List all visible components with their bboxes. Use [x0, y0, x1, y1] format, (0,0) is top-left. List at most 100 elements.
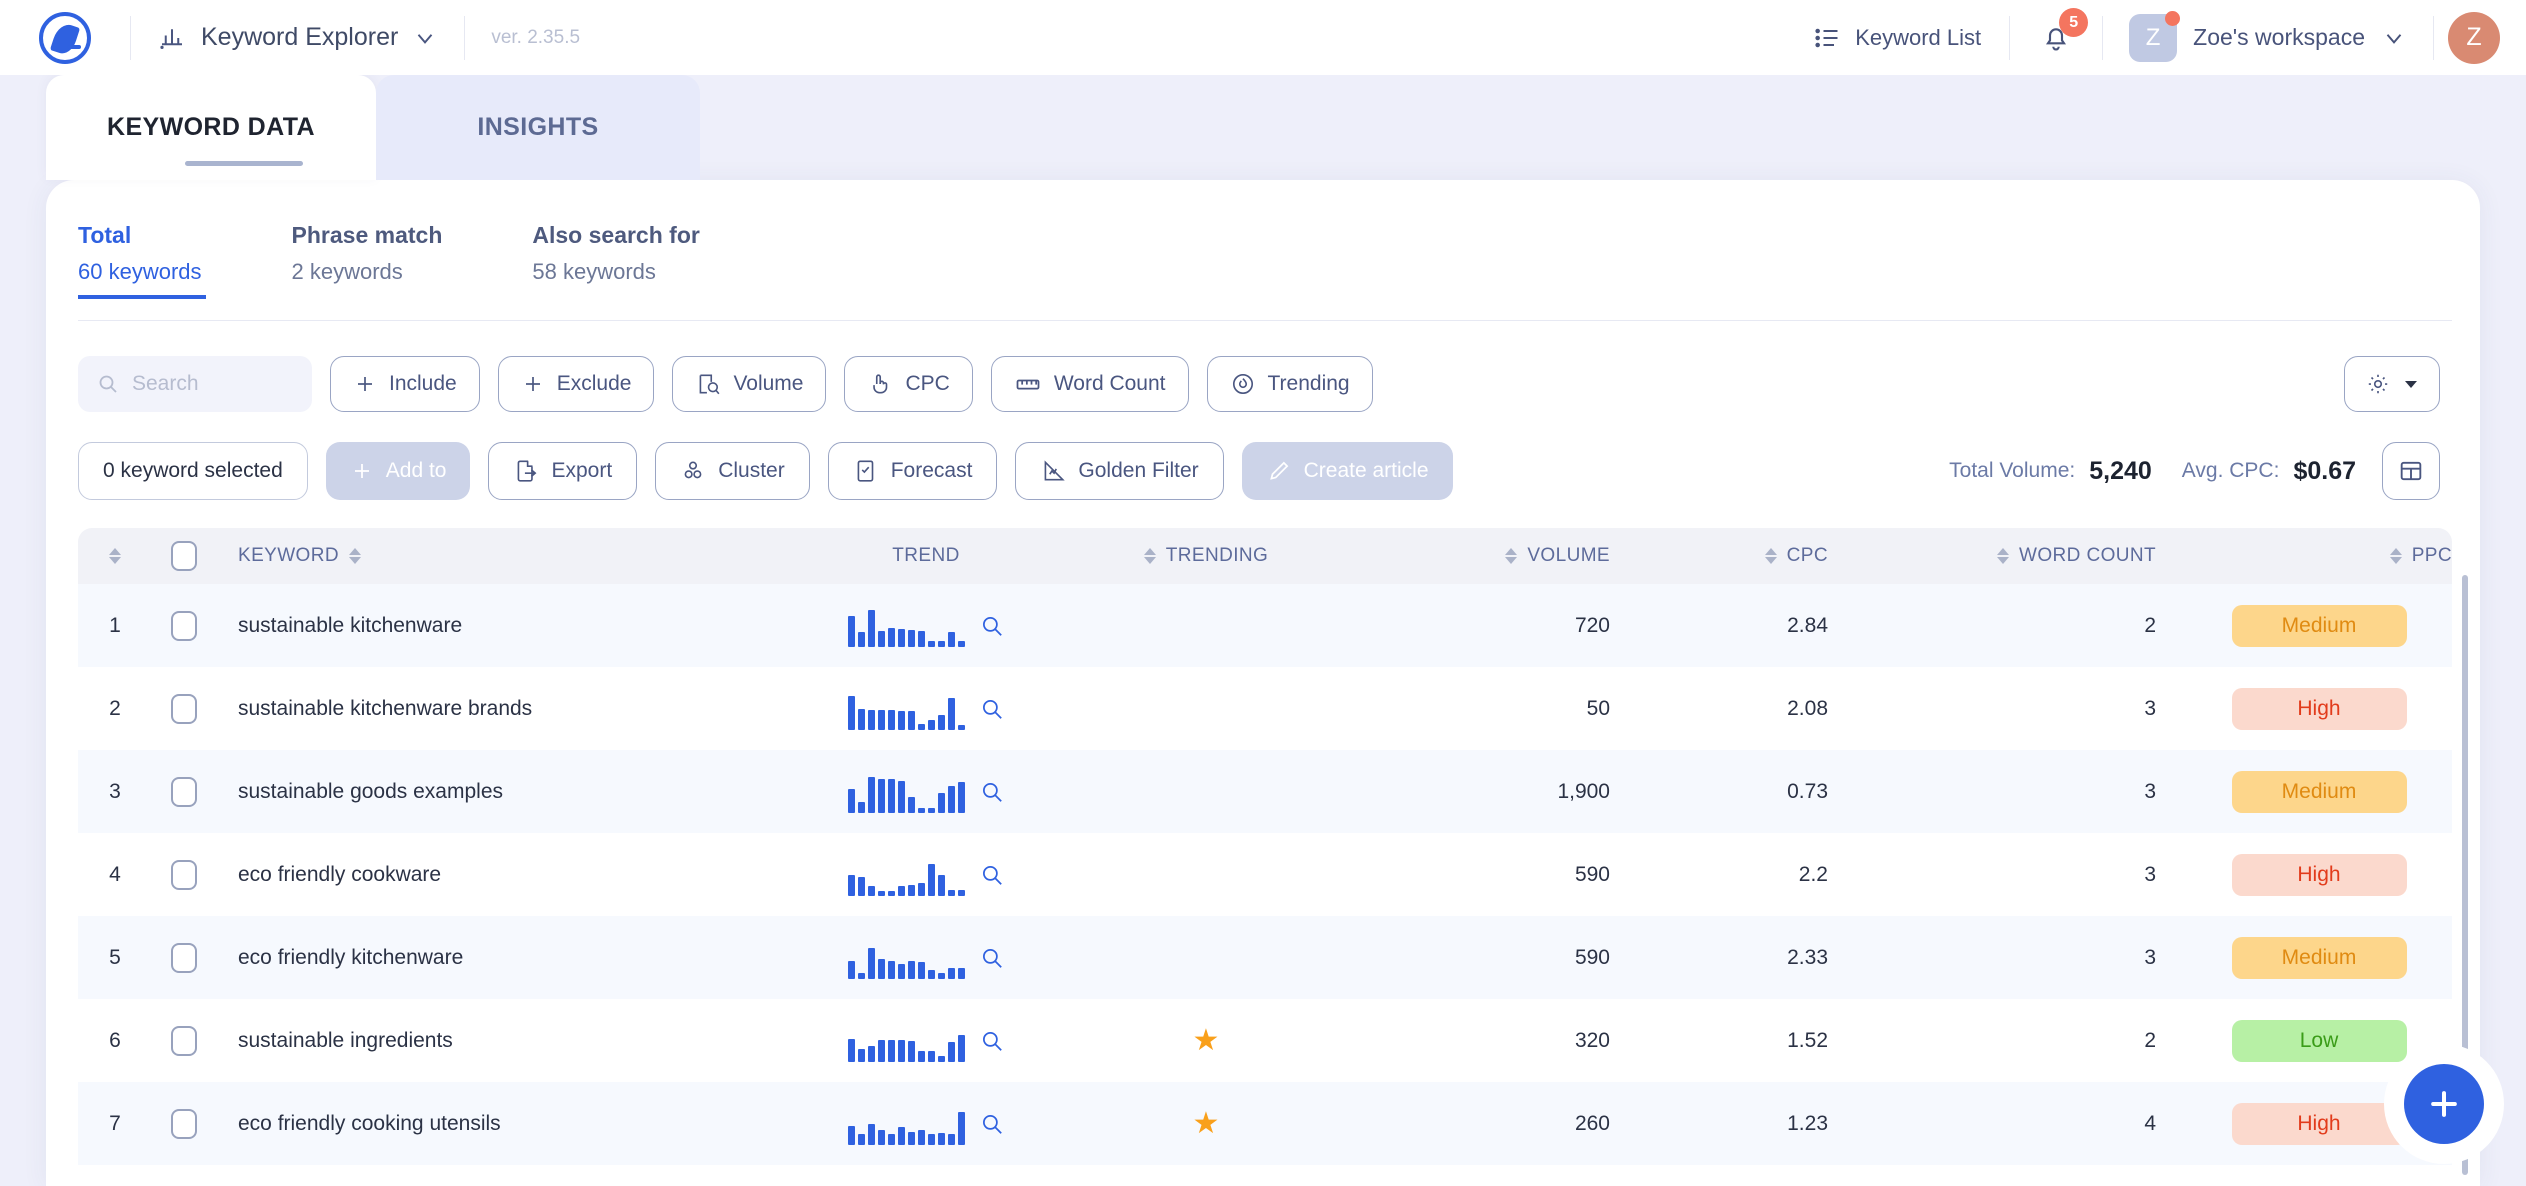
row-checkbox-cell[interactable]	[152, 859, 216, 890]
selected-count-button[interactable]: 0 keyword selected	[78, 442, 308, 500]
table-row[interactable]: 7 eco friendly cooking utensils ★ 260 1.23 4 H…	[78, 1082, 2452, 1165]
row-checkbox[interactable]	[171, 776, 197, 807]
notification-badge: 5	[2059, 8, 2089, 37]
sort-icon[interactable]	[348, 548, 361, 564]
row-checkbox[interactable]	[171, 859, 197, 890]
golden-filter-button[interactable]: Golden Filter	[1015, 442, 1224, 500]
sub-tab-phrase-match[interactable]: Phrase match 2 keywords	[292, 222, 443, 285]
filter-word-count-button[interactable]: Word Count	[990, 356, 1189, 412]
keyword-list-button[interactable]: Keyword List	[1785, 0, 2009, 75]
cpc-hand-icon	[867, 371, 893, 397]
row-word-count: 3	[2144, 945, 2156, 969]
tab-keyword-data[interactable]: KEYWORD DATA	[46, 75, 376, 180]
sort-icon[interactable]	[1764, 548, 1777, 564]
row-cpc: 1.23	[1787, 1111, 1828, 1135]
search-input[interactable]: Search	[78, 356, 312, 412]
row-keyword: sustainable goods examples	[238, 779, 504, 803]
header-volume[interactable]: VOLUME	[1336, 545, 1636, 567]
header-keyword[interactable]: KEYWORD	[216, 545, 776, 567]
sort-icon[interactable]	[1505, 548, 1518, 564]
table-row[interactable]: 5 eco friendly kitchenware 590 2.33 3 Medium	[78, 916, 2452, 999]
row-checkbox[interactable]	[171, 942, 197, 973]
row-checkbox-cell[interactable]	[152, 1108, 216, 1139]
settings-button[interactable]	[2344, 356, 2440, 412]
table-layout-button[interactable]	[2382, 442, 2440, 500]
header-ppc[interactable]: PPC	[2186, 545, 2452, 567]
sub-tab-also-search-for-title: Also search for	[532, 222, 700, 248]
table-row[interactable]: 6 sustainable ingredients ★ 320 1.52 2 Low	[78, 999, 2452, 1082]
sub-tab-divider	[78, 320, 2452, 321]
app-logo[interactable]	[0, 11, 130, 64]
row-checkbox-cell[interactable]	[152, 693, 216, 724]
filter-include-button[interactable]: Include	[330, 356, 480, 412]
header-index-sorter[interactable]	[78, 548, 152, 564]
notifications-button[interactable]: 5	[2010, 0, 2102, 75]
workspace-status-dot	[2165, 10, 2181, 26]
pencil-icon	[1266, 458, 1292, 484]
volume-filter-icon	[695, 371, 721, 397]
header-select-all[interactable]	[152, 541, 216, 571]
row-checkbox[interactable]	[171, 1108, 197, 1139]
select-all-checkbox[interactable]	[171, 541, 197, 571]
table-row[interactable]: 3 sustainable goods examples 1,900 0.73 3 Med…	[78, 750, 2452, 833]
export-button[interactable]: Export	[488, 442, 638, 500]
forecast-label: Forecast	[890, 459, 973, 482]
table-row[interactable]: 4 eco friendly cookware 590 2.2 3 High	[78, 833, 2452, 916]
row-checkbox[interactable]	[171, 610, 197, 641]
row-keyword: sustainable ingredients	[238, 1028, 453, 1052]
row-checkbox-cell[interactable]	[152, 1025, 216, 1056]
search-icon[interactable]	[979, 696, 1005, 722]
row-word-count: 3	[2144, 862, 2156, 886]
filter-volume-button[interactable]: Volume	[672, 356, 827, 412]
plus-icon	[353, 372, 377, 396]
row-checkbox-cell[interactable]	[152, 776, 216, 807]
add-to-button[interactable]: Add to	[325, 442, 471, 500]
filter-exclude-button[interactable]: Exclude	[497, 356, 655, 412]
cluster-button[interactable]: Cluster	[655, 442, 810, 500]
table-row[interactable]: 1 sustainable kitchenware 720 2.84 2 Medium	[78, 584, 2452, 667]
filter-cpc-button[interactable]: CPC	[844, 356, 973, 412]
table-row[interactable]: 2 sustainable kitchenware brands 50 2.08 3 Hi…	[78, 667, 2452, 750]
sort-icon[interactable]	[109, 548, 121, 564]
search-icon[interactable]	[979, 779, 1005, 805]
avg-cpc-label: Avg. CPC:	[2181, 459, 2280, 482]
search-icon[interactable]	[979, 1111, 1005, 1137]
sort-icon[interactable]	[2389, 548, 2402, 564]
avatar-initial: Z	[2466, 23, 2482, 51]
row-checkbox-cell[interactable]	[152, 942, 216, 973]
search-icon[interactable]	[979, 862, 1005, 888]
row-cpc: 2.2	[1798, 862, 1828, 886]
header-word-count-label: WORD COUNT	[2019, 545, 2156, 566]
search-icon[interactable]	[979, 945, 1005, 971]
search-icon[interactable]	[979, 1028, 1005, 1054]
row-checkbox[interactable]	[171, 1025, 197, 1056]
export-icon	[513, 458, 539, 484]
app-switcher[interactable]: Keyword Explorer	[131, 0, 464, 75]
row-trend-cell	[776, 1103, 1076, 1145]
plus-icon	[2424, 1084, 2464, 1124]
forecast-button[interactable]: Forecast	[827, 442, 998, 500]
user-avatar[interactable]: Z	[2448, 11, 2500, 64]
create-article-button[interactable]: Create article	[1241, 442, 1453, 500]
sort-icon[interactable]	[1143, 548, 1156, 564]
tab-insights-label: INSIGHTS	[477, 113, 599, 141]
tab-insights[interactable]: INSIGHTS	[376, 75, 700, 180]
header-cpc[interactable]: CPC	[1636, 545, 1856, 567]
workspace-switcher[interactable]: Z Zoe's workspace	[2103, 0, 2433, 75]
sort-icon[interactable]	[1997, 548, 2010, 564]
main-card: Total 60 keywords Phrase match 2 keyword…	[46, 180, 2480, 1186]
add-keyword-fab[interactable]	[2404, 1064, 2484, 1144]
sub-tab-also-search-for[interactable]: Also search for 58 keywords	[532, 222, 699, 285]
search-icon[interactable]	[979, 613, 1005, 639]
row-checkbox-cell[interactable]	[152, 610, 216, 641]
sub-tab-total[interactable]: Total 60 keywords	[78, 222, 206, 299]
row-word-count: 2	[2144, 613, 2156, 637]
filter-trending-button[interactable]: Trending	[1206, 356, 1373, 412]
header-trending[interactable]: TRENDING	[1076, 545, 1336, 567]
avg-cpc-value: $0.67	[2293, 456, 2356, 485]
header-word-count[interactable]: WORD COUNT	[1856, 545, 2186, 567]
row-volume: 1,900	[1557, 779, 1610, 803]
row-checkbox[interactable]	[171, 693, 197, 724]
header-trend-label: TREND	[892, 545, 960, 566]
total-volume-value: 5,240	[2089, 456, 2152, 485]
